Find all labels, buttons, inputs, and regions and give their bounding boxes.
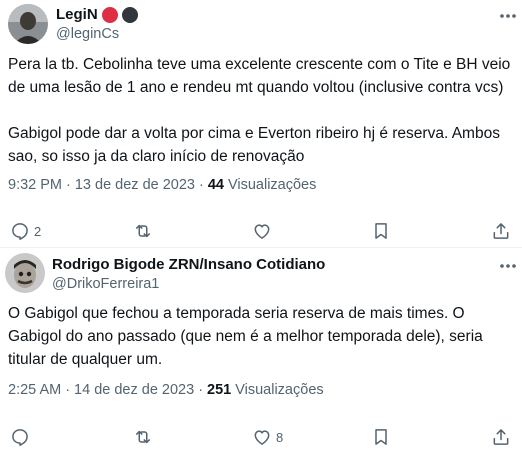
views-count: 251 [207,382,232,398]
tweet-time[interactable]: 9:32 PM [8,177,62,193]
reply-button[interactable]: 2 [10,219,41,243]
views-label: Visualizações [227,177,317,193]
reply-icon [12,223,28,240]
action-bar: 2 [0,219,522,243]
display-name[interactable]: LegiN [56,6,98,23]
more-options-icon[interactable] [496,256,520,276]
black-circle-icon [121,6,138,23]
views-label: Visualizações [235,382,324,398]
like-count: 8 [276,429,284,445]
tweet-meta: 9:32 PM · 13 de dez de 2023 · 44 Visuali… [8,177,316,193]
like-button[interactable] [252,219,272,243]
tweet-date[interactable]: 13 de dez de 2023 [75,177,195,193]
user-handle[interactable]: @leginCs [56,26,119,42]
reply-icon [12,429,28,446]
retweet-icon [136,224,150,238]
display-name[interactable]: Rodrigo Bigode ZRN/Insano Cotidiano [52,256,325,273]
tweet-2: Rodrigo Bigode ZRN/Insano Cotidiano @Dri… [0,248,522,460]
separator: · [198,382,204,398]
heart-icon [254,224,270,239]
red-circle-icon [101,6,118,23]
bookmark-icon [375,429,387,445]
action-bar: 8 [0,425,522,449]
separator: · [66,177,71,193]
reply-count: 2 [34,223,42,239]
like-button[interactable]: 8 [252,425,283,449]
retweet-button[interactable] [133,425,153,449]
tweet-time[interactable]: 2:25 AM [8,382,61,398]
tweet-text-paragraph-2: Gabigol pode dar a volta por cima e Ever… [8,125,500,165]
reply-button[interactable] [10,425,30,449]
avatar[interactable] [8,4,48,44]
tweet-text: O Gabigol que fechou a temporada seria r… [8,305,483,368]
bookmark-icon [375,223,387,239]
share-icon [493,429,509,445]
separator: · [65,382,71,398]
bookmark-button[interactable] [371,219,391,243]
share-button[interactable] [491,219,511,243]
heart-icon [254,430,270,445]
tweet-meta: 2:25 AM · 14 de dez de 2023 · 251 Visual… [8,382,324,398]
separator: · [198,177,204,193]
tweet-text-paragraph-1: Pera la tb. Cebolinha teve uma excelente… [8,56,511,96]
share-button[interactable] [491,425,511,449]
retweet-button[interactable] [133,219,153,243]
retweet-icon [136,430,150,444]
views-count: 44 [207,177,224,193]
more-options-icon[interactable] [496,6,520,26]
bookmark-button[interactable] [371,425,391,449]
user-handle[interactable]: @DrikoFerreira1 [52,276,159,292]
tweet-1: LegiN @leginCs Pera la tb. Cebolinha tev… [0,0,522,247]
tweet-date[interactable]: 14 de dez de 2023 [74,382,194,398]
avatar[interactable] [5,253,45,293]
share-icon [493,223,509,239]
